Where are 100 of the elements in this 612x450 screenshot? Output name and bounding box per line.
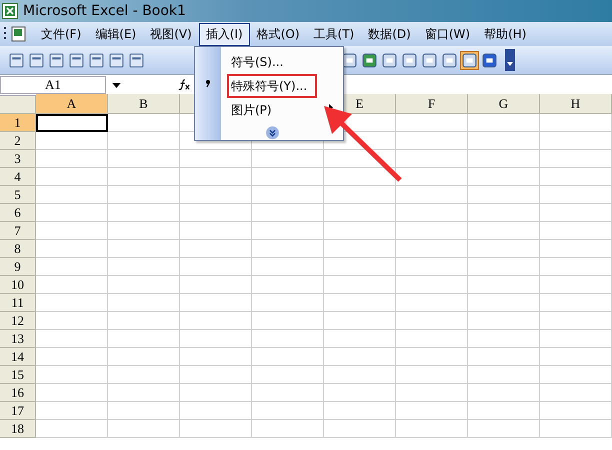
- grid-cell[interactable]: [108, 204, 180, 222]
- grid-cell[interactable]: [324, 240, 396, 258]
- row-header[interactable]: 9: [0, 258, 36, 276]
- grid-cell[interactable]: [180, 366, 252, 384]
- grid-cell[interactable]: [324, 204, 396, 222]
- grid-cell[interactable]: [324, 312, 396, 330]
- grid-cell[interactable]: [252, 402, 324, 420]
- grid-cell[interactable]: [468, 222, 540, 240]
- grid-cell[interactable]: [468, 204, 540, 222]
- grid-cell[interactable]: [108, 222, 180, 240]
- grid-cell[interactable]: [540, 168, 612, 186]
- menu-item[interactable]: 文件(F): [34, 22, 88, 46]
- grid-cell[interactable]: [252, 420, 324, 438]
- menu-item[interactable]: 视图(V): [143, 22, 199, 46]
- grid-cell[interactable]: [36, 150, 108, 168]
- grid-cell[interactable]: [468, 402, 540, 420]
- grid-cell[interactable]: [252, 384, 324, 402]
- menu-item[interactable]: 符号(S)...: [227, 50, 288, 74]
- grid-cell[interactable]: [36, 240, 108, 258]
- column-header[interactable]: B: [108, 94, 180, 114]
- column-header[interactable]: F: [396, 94, 468, 114]
- column-header[interactable]: A: [36, 94, 108, 114]
- grid-cell[interactable]: [468, 294, 540, 312]
- grid-cell[interactable]: [468, 168, 540, 186]
- grid-cell[interactable]: [252, 222, 324, 240]
- row-header[interactable]: 14: [0, 348, 36, 366]
- menu-item[interactable]: 图片(P): [227, 98, 276, 122]
- grid-cell[interactable]: [108, 420, 180, 438]
- row-header[interactable]: 17: [0, 402, 36, 420]
- grid-cell[interactable]: [540, 186, 612, 204]
- grid-cell[interactable]: [324, 186, 396, 204]
- grid-cell[interactable]: [252, 294, 324, 312]
- grid-cell[interactable]: [180, 204, 252, 222]
- grid-cell[interactable]: [180, 186, 252, 204]
- grid-cell[interactable]: [396, 240, 468, 258]
- grid-cell[interactable]: [36, 276, 108, 294]
- grid-cell[interactable]: [36, 258, 108, 276]
- grid-cell[interactable]: [396, 366, 468, 384]
- grid-cell[interactable]: [540, 132, 612, 150]
- grid-cell[interactable]: [324, 168, 396, 186]
- grid-cell[interactable]: [36, 420, 108, 438]
- grid-cell[interactable]: [324, 294, 396, 312]
- row-header[interactable]: 7: [0, 222, 36, 240]
- grid-cell[interactable]: [540, 222, 612, 240]
- grid-cell[interactable]: [180, 330, 252, 348]
- grid-cell[interactable]: [396, 330, 468, 348]
- grid-cell[interactable]: [36, 312, 108, 330]
- grid-cell[interactable]: [108, 276, 180, 294]
- grid-cell[interactable]: [180, 402, 252, 420]
- grid-cell[interactable]: [396, 420, 468, 438]
- grid-cell[interactable]: [468, 312, 540, 330]
- row-header[interactable]: 2: [0, 132, 36, 150]
- grid-cell[interactable]: [468, 258, 540, 276]
- grid-cell[interactable]: [540, 402, 612, 420]
- grid-cell[interactable]: [180, 240, 252, 258]
- grid-cell[interactable]: [468, 330, 540, 348]
- row-header[interactable]: 5: [0, 186, 36, 204]
- row-header[interactable]: 15: [0, 366, 36, 384]
- grid-cell[interactable]: [396, 204, 468, 222]
- grid-cell[interactable]: [540, 366, 612, 384]
- grid-cell[interactable]: [324, 420, 396, 438]
- grid-cell[interactable]: [108, 312, 180, 330]
- grid-cell[interactable]: [180, 294, 252, 312]
- grid-cell[interactable]: [252, 330, 324, 348]
- menu-item[interactable]: 插入(I): [198, 22, 250, 46]
- grid-cell[interactable]: [540, 276, 612, 294]
- function-icon[interactable]: [177, 79, 191, 91]
- menu-item[interactable]: 特殊符号(Y)...: [227, 74, 318, 98]
- row-header[interactable]: 13: [0, 330, 36, 348]
- name-box[interactable]: A1: [0, 76, 106, 94]
- grid-cell[interactable]: [468, 384, 540, 402]
- grid-cell[interactable]: [252, 150, 324, 168]
- row-header[interactable]: 12: [0, 312, 36, 330]
- row-header[interactable]: 3: [0, 150, 36, 168]
- grid-cell[interactable]: [324, 276, 396, 294]
- row-header[interactable]: 18: [0, 420, 36, 438]
- grid-cell[interactable]: [396, 222, 468, 240]
- grid-cell[interactable]: [324, 384, 396, 402]
- worksheet-icon[interactable]: [10, 25, 28, 43]
- grid-cell[interactable]: [108, 132, 180, 150]
- grid-cell[interactable]: [396, 294, 468, 312]
- grid-cell[interactable]: [468, 276, 540, 294]
- row-header[interactable]: 8: [0, 240, 36, 258]
- grid-cell[interactable]: [468, 114, 540, 132]
- grid-cell[interactable]: [396, 168, 468, 186]
- grid-cell[interactable]: [180, 258, 252, 276]
- grid-cell[interactable]: [396, 276, 468, 294]
- grid-cell[interactable]: [108, 294, 180, 312]
- grid-cell[interactable]: [540, 330, 612, 348]
- active-cell[interactable]: [36, 114, 108, 132]
- grid-cell[interactable]: [180, 384, 252, 402]
- grid-cell[interactable]: [324, 258, 396, 276]
- grid-cell[interactable]: [108, 330, 180, 348]
- grid-cell[interactable]: [540, 240, 612, 258]
- toolbar-options-icon[interactable]: [505, 49, 515, 71]
- grid-cell[interactable]: [396, 132, 468, 150]
- grid-cell[interactable]: [468, 348, 540, 366]
- grid-cell[interactable]: [252, 276, 324, 294]
- grid-cell[interactable]: [324, 222, 396, 240]
- grid-cell[interactable]: [252, 312, 324, 330]
